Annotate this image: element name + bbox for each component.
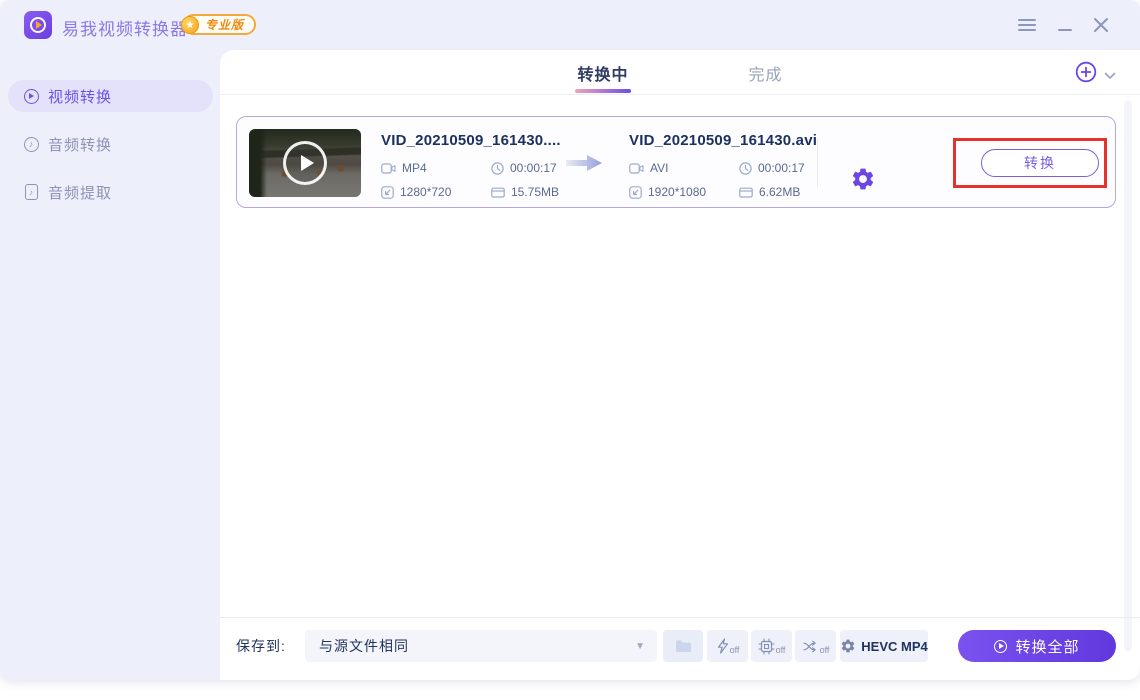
target-format: AVI: [629, 160, 668, 176]
chip-icon: [758, 638, 775, 655]
menu-icon[interactable]: [1012, 0, 1042, 50]
open-folder-button[interactable]: [663, 630, 703, 662]
source-file-name: VID_20210509_161430....: [381, 132, 561, 149]
sidebar-item-label: 音频转换: [48, 134, 112, 155]
row-divider: [817, 139, 818, 187]
audio-extract-icon: ♪: [22, 183, 40, 201]
convert-arrow-icon: [566, 155, 602, 176]
audio-convert-icon: ♪: [22, 135, 40, 153]
play-preview-button[interactable]: [283, 141, 327, 185]
add-options-chevron-down-icon[interactable]: [1104, 67, 1116, 85]
pro-version-badge: ★ 专业版: [183, 14, 256, 35]
file-size-icon: [739, 186, 753, 198]
output-format-button[interactable]: HEVC MP4: [840, 630, 928, 662]
merge-toggle[interactable]: off: [795, 630, 836, 662]
video-convert-icon: [22, 87, 40, 105]
source-duration: 00:00:17: [491, 160, 557, 176]
play-circle-icon: [994, 640, 1007, 653]
app-logo-icon: [24, 11, 52, 39]
output-format-value: HEVC MP4: [861, 639, 927, 654]
scrollbar[interactable]: [1124, 100, 1132, 652]
tab-bar: 转换中 完成: [220, 50, 1140, 95]
gear-icon: [840, 638, 856, 654]
app-title: 易我视频转换器: [62, 15, 188, 40]
resolution-icon: [381, 186, 394, 199]
save-path-dropdown[interactable]: 与源文件相同 ▼: [305, 630, 657, 662]
target-file-name: VID_20210509_161430.avi: [629, 132, 817, 149]
tab-finished[interactable]: 完成: [749, 50, 783, 95]
hardware-acceleration-toggle[interactable]: off: [707, 630, 748, 662]
convert-all-label: 转换全部: [1015, 636, 1079, 657]
star-icon: ★: [181, 16, 199, 34]
target-resolution: 1920*1080: [629, 184, 706, 200]
sidebar-item-audio-convert[interactable]: ♪ 音频转换: [0, 128, 220, 160]
source-size: 15.75MB: [491, 184, 559, 200]
source-format: MP4: [381, 160, 427, 176]
toggle-state: off: [730, 645, 740, 655]
file-size-icon: [491, 186, 505, 198]
task-row: VID_20210509_161430.... MP4 00:00:17 128…: [236, 116, 1116, 208]
video-camera-icon: [629, 163, 644, 174]
main-panel: 转换中 完成 VID_20210509_161430.... MP4 00:00: [220, 50, 1140, 680]
video-camera-icon: [381, 163, 396, 174]
title-bar: 易我视频转换器 ★ 专业版: [0, 0, 1140, 50]
merge-swap-icon: [802, 639, 819, 654]
save-to-label: 保存到:: [236, 630, 286, 662]
resolution-icon: [629, 186, 642, 199]
lightning-icon: [716, 638, 729, 654]
sidebar-item-label: 视频转换: [48, 86, 112, 107]
badge-label: 专业版: [205, 16, 244, 33]
target-size: 6.62MB: [739, 184, 800, 200]
dropdown-arrow-icon: ▼: [635, 641, 645, 652]
source-resolution: 1280*720: [381, 184, 451, 200]
footer-divider: [220, 617, 1140, 618]
logo-play-ring: [30, 17, 46, 33]
convert-button[interactable]: 转换: [981, 149, 1099, 177]
sidebar-item-label: 音频提取: [48, 182, 112, 203]
save-path-value: 与源文件相同: [319, 636, 635, 656]
sidebar-item-audio-extract[interactable]: ♪ 音频提取: [0, 176, 220, 208]
add-file-button[interactable]: [1075, 61, 1097, 83]
task-settings-gear-icon[interactable]: [850, 166, 876, 192]
clock-icon: [491, 162, 504, 175]
folder-icon: [675, 639, 692, 653]
clock-icon: [739, 162, 752, 175]
gpu-chip-toggle[interactable]: off: [751, 630, 792, 662]
toggle-state: off: [820, 645, 830, 655]
sidebar: 视频转换 ♪ 音频转换 ♪ 音频提取: [0, 50, 220, 680]
target-duration: 00:00:17: [739, 160, 805, 176]
play-icon: [301, 155, 314, 171]
sidebar-item-video-convert[interactable]: 视频转换: [0, 80, 220, 112]
minimize-button[interactable]: [1050, 0, 1080, 50]
close-button[interactable]: [1086, 0, 1116, 50]
tab-converting[interactable]: 转换中: [577, 50, 628, 95]
toggle-state: off: [776, 645, 786, 655]
convert-all-button[interactable]: 转换全部: [958, 630, 1116, 662]
app-window: 易我视频转换器 ★ 专业版 视频转换 ♪ 音频转换: [0, 0, 1140, 680]
